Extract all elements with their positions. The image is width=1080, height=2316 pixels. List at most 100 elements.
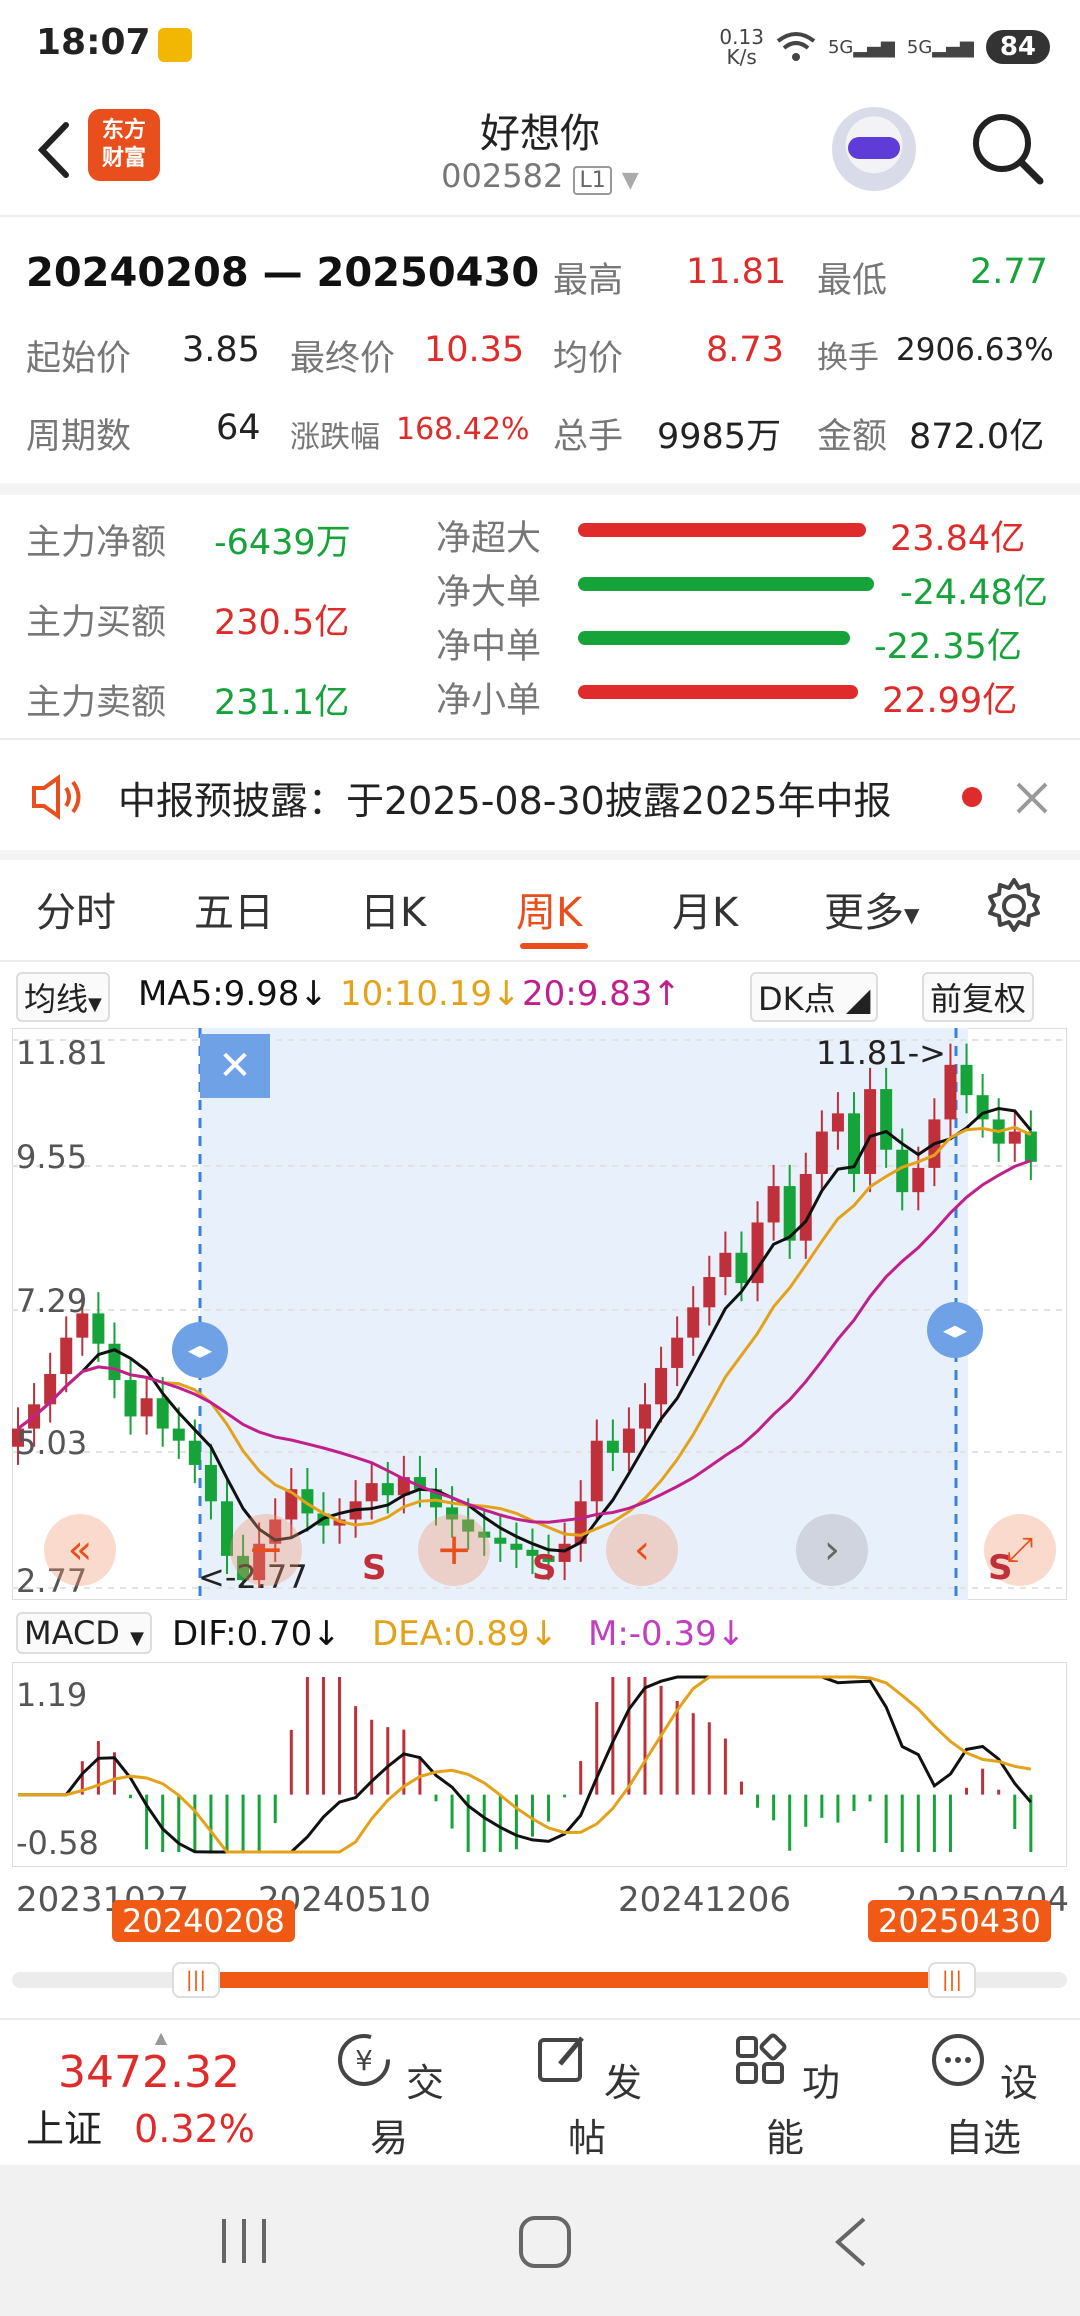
candle-body <box>494 1537 507 1544</box>
nav-functions[interactable]: 功能 <box>720 2030 850 2162</box>
scroll-right-icon[interactable]: › <box>796 1514 868 1586</box>
assistant-avatar[interactable] <box>832 107 916 191</box>
candle-body <box>172 1428 185 1441</box>
main-net-label: 主力净额 <box>26 523 167 563</box>
candle-body <box>799 1173 812 1241</box>
candle-body <box>639 1404 651 1429</box>
section-gap <box>0 850 1080 860</box>
ma-select[interactable]: 均线▼ <box>16 972 110 1022</box>
section-gap <box>0 483 1080 495</box>
periods-value: 64 <box>216 408 261 448</box>
net-speed: 0.13 K/s <box>719 25 764 69</box>
left-handle-icon[interactable]: ◂▸ <box>172 1322 228 1378</box>
flow-bar-large <box>578 577 874 591</box>
volume-value: 9985万 <box>657 417 782 457</box>
notification-icon <box>158 28 192 62</box>
tab-monthly-k[interactable]: 月K <box>672 880 738 938</box>
index-change: 0.32% <box>134 2107 255 2151</box>
tab-weekly-k[interactable]: 周K <box>516 880 582 938</box>
candle-body <box>204 1464 217 1502</box>
candle-body <box>590 1440 603 1502</box>
right-handle-icon[interactable]: ◂▸ <box>927 1302 983 1358</box>
level-badge: L1 <box>573 166 612 195</box>
tab-daily-k[interactable]: 日K <box>360 880 426 938</box>
ma10-value: 10:10.19↓ <box>340 974 521 1014</box>
notice-banner[interactable]: 中报预披露：于2025-08-30披露2025年中报 <box>0 740 1080 850</box>
y-label-2: 9.55 <box>16 1138 88 1176</box>
nav-trade[interactable]: ¥ 交易 <box>324 2030 454 2162</box>
high-value: 11.81 <box>686 252 787 292</box>
candle-body <box>735 1252 748 1284</box>
macd-chart[interactable] <box>12 1662 1067 1867</box>
candle-body <box>912 1167 925 1193</box>
header: 东方 财富 好想你 002582 L1 ▼ <box>0 95 1080 215</box>
stock-code-row[interactable]: 002582 L1 ▼ <box>0 157 1080 195</box>
flow-label-large: 净大单 <box>436 573 542 613</box>
amount-value: 872.0亿 <box>909 417 1045 457</box>
candle-body <box>124 1380 137 1417</box>
wifi-icon <box>776 32 816 61</box>
svg-text:¥: ¥ <box>355 2044 373 2077</box>
stock-name: 好想你 <box>480 111 600 157</box>
candle-body <box>381 1483 394 1496</box>
range-start-handle[interactable]: ||| <box>172 1962 220 1998</box>
flow-bar-medium <box>578 631 850 645</box>
nav-add-watchlist[interactable]: 设自选 <box>918 2030 1048 2162</box>
range-end-handle[interactable]: ||| <box>928 1962 976 1998</box>
candle-body <box>606 1440 619 1453</box>
battery-icon: 84 <box>985 30 1050 64</box>
y-label-max: 11.81 <box>16 1034 108 1072</box>
close-icon[interactable] <box>1014 780 1050 816</box>
settings-gear-icon[interactable] <box>984 876 1044 936</box>
index-ticker[interactable]: ▲ 3472.32 上证 0.32% <box>26 2028 296 2153</box>
main-buy-label: 主力买额 <box>26 603 167 643</box>
zoom-in-icon[interactable]: + <box>418 1514 490 1586</box>
candlestick-chart[interactable] <box>12 1028 1067 1600</box>
tab-five-day[interactable]: 五日 <box>194 880 274 938</box>
candle-body <box>365 1483 378 1502</box>
tab-more[interactable]: 更多▼ <box>824 880 919 938</box>
main-sell-label: 主力卖额 <box>26 683 167 723</box>
adjust-select[interactable]: 前复权 <box>922 972 1035 1022</box>
candle-body <box>188 1440 201 1465</box>
recent-apps-icon[interactable] <box>214 2215 274 2267</box>
rewind-icon[interactable]: « <box>44 1514 116 1586</box>
home-icon[interactable] <box>516 2213 574 2271</box>
zoom-out-icon[interactable]: − <box>230 1514 302 1586</box>
candle-body <box>156 1398 169 1429</box>
dk-point-select[interactable]: DK点 ◢ <box>750 972 879 1022</box>
ma5-value: MA5:9.98↓ <box>138 974 328 1014</box>
back-nav-icon[interactable] <box>826 2213 876 2271</box>
range-end-badge: 20250430 <box>868 1900 1051 1942</box>
dea-value: DEA:0.89↓ <box>372 1614 558 1654</box>
close-selection-icon[interactable]: ✕ <box>200 1034 270 1098</box>
divider <box>0 960 1080 962</box>
main-buy-value: 230.5亿 <box>214 603 350 643</box>
open-value: 3.85 <box>182 330 260 370</box>
candle-body <box>815 1131 828 1174</box>
tab-intraday[interactable]: 分时 <box>36 880 116 938</box>
m-value: M:-0.39↓ <box>588 1614 746 1654</box>
amount-label: 金额 <box>817 417 888 457</box>
candle-body <box>864 1089 877 1174</box>
sell-mark: S <box>532 1548 557 1588</box>
main-net-value: -6439万 <box>214 523 351 563</box>
notice-text: 中报预披露：于2025-08-30披露2025年中报 <box>118 779 892 823</box>
search-icon[interactable] <box>968 109 1048 189</box>
candle-body <box>622 1428 635 1453</box>
dropdown-icon[interactable]: ▼ <box>622 168 639 193</box>
candle-body <box>140 1398 153 1417</box>
macd-select[interactable]: MACD ▼ <box>16 1612 152 1654</box>
candle-body <box>880 1089 893 1150</box>
system-icons: 0.13 K/s 5G▂▄▆ 5G▂▄▆ 84 <box>719 22 1050 72</box>
nav-post[interactable]: 发帖 <box>522 2030 652 2162</box>
scroll-left-icon[interactable]: ‹ <box>606 1514 678 1586</box>
edit-icon <box>537 2036 584 2082</box>
open-label: 起始价 <box>26 339 132 379</box>
flow-label-small: 净小单 <box>436 681 542 721</box>
candle-body <box>767 1186 780 1223</box>
range-fill <box>196 1972 956 1988</box>
index-name: 上证 <box>26 2107 103 2151</box>
avg-value: 8.73 <box>706 330 784 370</box>
index-value: 3472.32 <box>58 2047 240 2098</box>
